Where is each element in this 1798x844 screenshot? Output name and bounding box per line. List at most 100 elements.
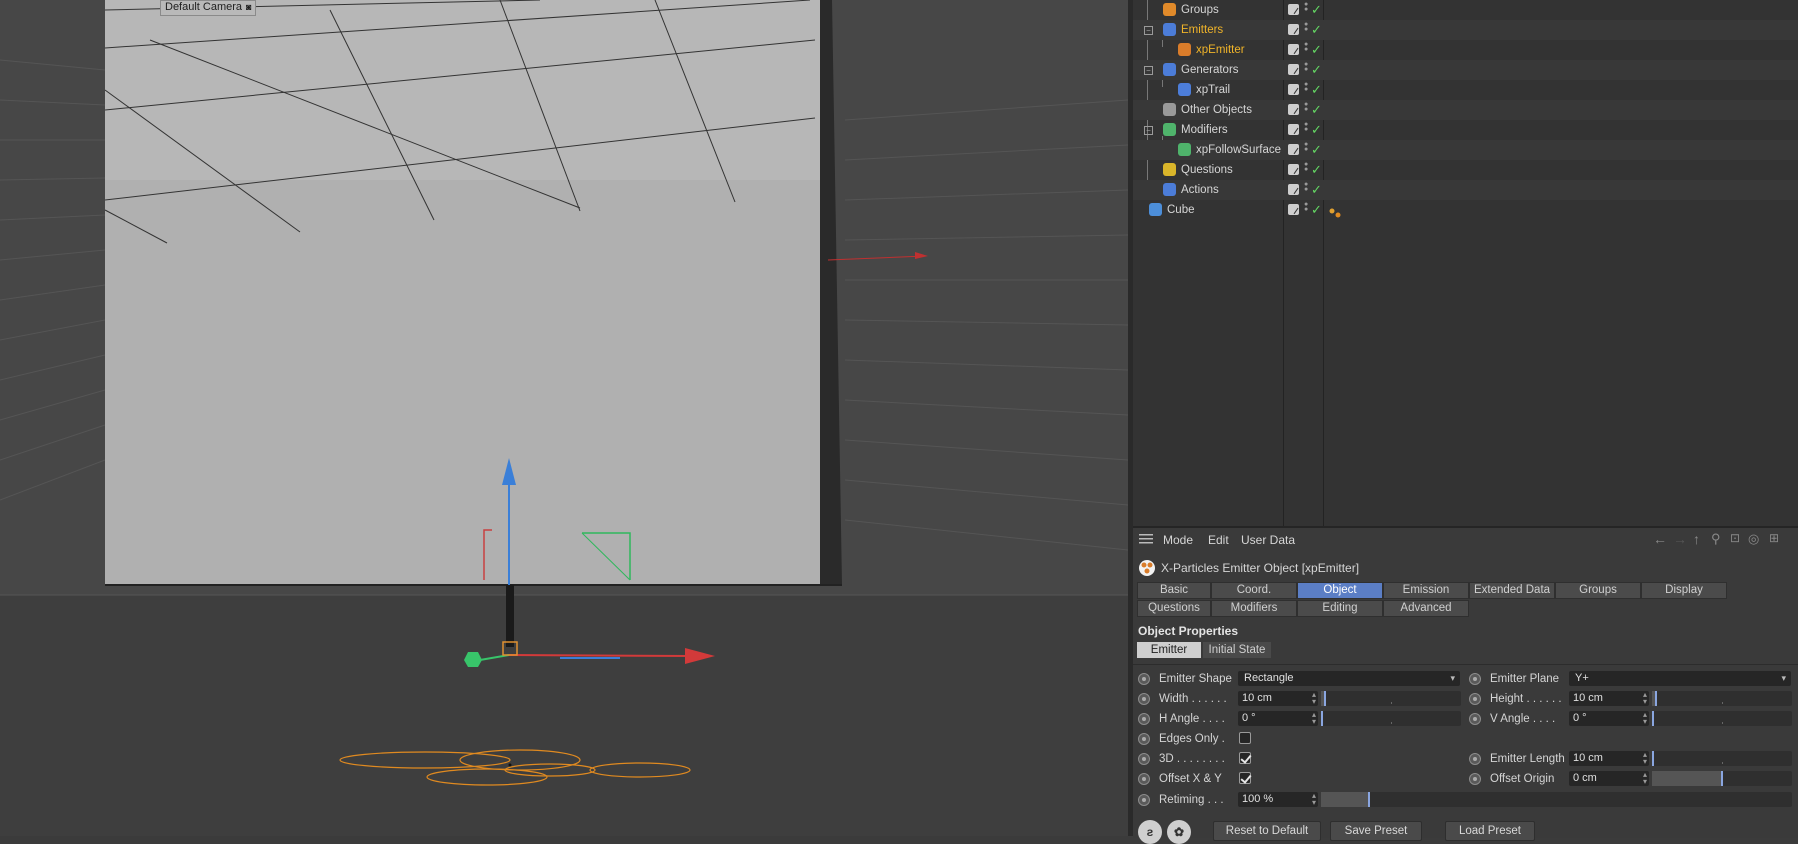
xp-logo-icon[interactable]: ✿: [1167, 820, 1191, 844]
slider-knob[interactable]: [1321, 711, 1323, 726]
object-row[interactable]: xpEmitter ● ● ✓: [1133, 40, 1798, 60]
animation-radio[interactable]: [1138, 693, 1150, 705]
slider-knob[interactable]: [1652, 751, 1654, 766]
object-row[interactable]: Other Objects ● ● ✓: [1133, 100, 1798, 120]
object-name[interactable]: Actions: [1181, 180, 1219, 200]
slider-knob[interactable]: [1652, 711, 1654, 726]
menu-edit[interactable]: Edit: [1208, 533, 1229, 547]
animation-radio[interactable]: [1138, 733, 1150, 745]
animation-radio[interactable]: [1469, 693, 1481, 705]
enabled-check-icon[interactable]: ✓: [1311, 180, 1322, 200]
enabled-check-icon[interactable]: ✓: [1311, 60, 1322, 80]
stepper-icon[interactable]: ▴ ▾: [1312, 691, 1316, 706]
enabled-check-icon[interactable]: ✓: [1311, 200, 1322, 220]
tab-extended-data[interactable]: Extended Data: [1469, 582, 1555, 599]
search-icon[interactable]: ⚲: [1711, 531, 1721, 547]
slider-knob[interactable]: [1324, 691, 1326, 706]
stepper-icon[interactable]: ▴ ▾: [1312, 711, 1316, 726]
layer-icon[interactable]: [1288, 204, 1299, 215]
height-slider[interactable]: [1652, 691, 1792, 706]
edges-only-checkbox[interactable]: [1239, 732, 1251, 744]
tab-emission[interactable]: Emission: [1383, 582, 1469, 599]
emitter-length-field[interactable]: 10 cm ▴ ▾: [1569, 751, 1649, 766]
layer-icon[interactable]: [1288, 164, 1299, 175]
hamburger-menu-icon[interactable]: [1139, 533, 1153, 545]
h-angle-slider[interactable]: [1321, 711, 1461, 726]
emitter-length-slider[interactable]: [1652, 751, 1792, 766]
tab-editing[interactable]: Editing: [1297, 600, 1383, 617]
v-angle-field[interactable]: 0 ° ▴ ▾: [1569, 711, 1649, 726]
preset-icon[interactable]: ƨ: [1138, 820, 1162, 844]
layer-icon[interactable]: [1288, 184, 1299, 195]
object-row[interactable]: xpFollowSurface ● ● ✓: [1133, 140, 1798, 160]
object-name[interactable]: Modifiers: [1181, 120, 1228, 140]
stepper-icon[interactable]: ▴ ▾: [1312, 792, 1316, 807]
forward-arrow-icon[interactable]: →: [1673, 531, 1687, 547]
stepper-icon[interactable]: ▴ ▾: [1643, 751, 1647, 766]
object-name[interactable]: xpFollowSurface: [1196, 140, 1281, 160]
tab-display[interactable]: Display: [1641, 582, 1727, 599]
height-field[interactable]: 10 cm ▴ ▾: [1569, 691, 1649, 706]
new-panel-icon[interactable]: ⊞: [1769, 531, 1779, 545]
tab-groups[interactable]: Groups: [1555, 582, 1641, 599]
offset-xy-checkbox[interactable]: [1239, 772, 1251, 784]
slider-knob[interactable]: [1721, 771, 1723, 786]
camera-label[interactable]: Default Camera ◙: [160, 0, 257, 16]
stepper-icon[interactable]: ▴ ▾: [1643, 771, 1647, 786]
stepper-icon[interactable]: ▴ ▾: [1643, 691, 1647, 706]
layer-icon[interactable]: [1288, 144, 1299, 155]
width-field[interactable]: 10 cm ▴ ▾: [1238, 691, 1318, 706]
object-name[interactable]: Other Objects: [1181, 100, 1252, 120]
object-row[interactable]: Groups ● ● ✓: [1133, 0, 1798, 20]
animation-radio[interactable]: [1138, 773, 1150, 785]
object-row[interactable]: − Generators ● ● ✓: [1133, 60, 1798, 80]
visibility-dots-icon[interactable]: ● ●: [1304, 141, 1308, 153]
back-arrow-icon[interactable]: ←: [1653, 531, 1667, 547]
layer-icon[interactable]: [1288, 4, 1299, 15]
v-angle-slider[interactable]: [1652, 711, 1792, 726]
layer-icon[interactable]: [1288, 124, 1299, 135]
tab-coord[interactable]: Coord.: [1211, 582, 1297, 599]
h-angle-field[interactable]: 0 ° ▴ ▾: [1238, 711, 1318, 726]
subtab-emitter[interactable]: Emitter: [1137, 642, 1201, 658]
enabled-check-icon[interactable]: ✓: [1311, 140, 1322, 160]
up-arrow-icon[interactable]: ↑: [1693, 531, 1700, 547]
animation-radio[interactable]: [1469, 773, 1481, 785]
menu-user-data[interactable]: User Data: [1241, 533, 1295, 547]
offset-origin-slider[interactable]: [1652, 771, 1792, 786]
load-preset-button[interactable]: Load Preset: [1445, 821, 1535, 841]
animation-radio[interactable]: [1138, 673, 1150, 685]
animation-radio[interactable]: [1469, 673, 1481, 685]
subtab-initial-state[interactable]: Initial State: [1203, 642, 1271, 658]
object-name[interactable]: xpEmitter: [1196, 40, 1245, 60]
retiming-slider[interactable]: [1321, 792, 1792, 807]
enabled-check-icon[interactable]: ✓: [1311, 120, 1322, 140]
stepper-icon[interactable]: ▴ ▾: [1643, 711, 1647, 726]
object-name[interactable]: xpTrail: [1196, 80, 1230, 100]
slider-knob[interactable]: [1368, 792, 1370, 807]
tab-advanced[interactable]: Advanced: [1383, 600, 1469, 617]
slider-knob[interactable]: [1655, 691, 1657, 706]
retiming-field[interactable]: 100 % ▴ ▾: [1238, 792, 1318, 807]
object-name[interactable]: Groups: [1181, 0, 1219, 20]
collapse-toggle-icon[interactable]: −: [1144, 66, 1153, 75]
visibility-dots-icon[interactable]: ● ●: [1304, 101, 1308, 113]
object-row[interactable]: Actions ● ● ✓: [1133, 180, 1798, 200]
animation-radio[interactable]: [1469, 753, 1481, 765]
reset-to-default-button[interactable]: Reset to Default: [1213, 821, 1321, 841]
animation-radio[interactable]: [1138, 794, 1150, 806]
object-name[interactable]: Generators: [1181, 60, 1239, 80]
save-preset-button[interactable]: Save Preset: [1330, 821, 1422, 841]
tab-questions[interactable]: Questions: [1137, 600, 1211, 617]
enabled-check-icon[interactable]: ✓: [1311, 80, 1322, 100]
object-row[interactable]: − Modifiers ● ● ✓: [1133, 120, 1798, 140]
animation-radio[interactable]: [1138, 713, 1150, 725]
layer-icon[interactable]: [1288, 64, 1299, 75]
visibility-dots-icon[interactable]: ● ●: [1304, 81, 1308, 93]
tab-object[interactable]: Object: [1297, 582, 1383, 599]
tab-modifiers[interactable]: Modifiers: [1211, 600, 1297, 617]
enabled-check-icon[interactable]: ✓: [1311, 20, 1322, 40]
visibility-dots-icon[interactable]: ● ●: [1304, 41, 1308, 53]
object-row[interactable]: xpTrail ● ● ✓: [1133, 80, 1798, 100]
animation-radio[interactable]: [1138, 753, 1150, 765]
